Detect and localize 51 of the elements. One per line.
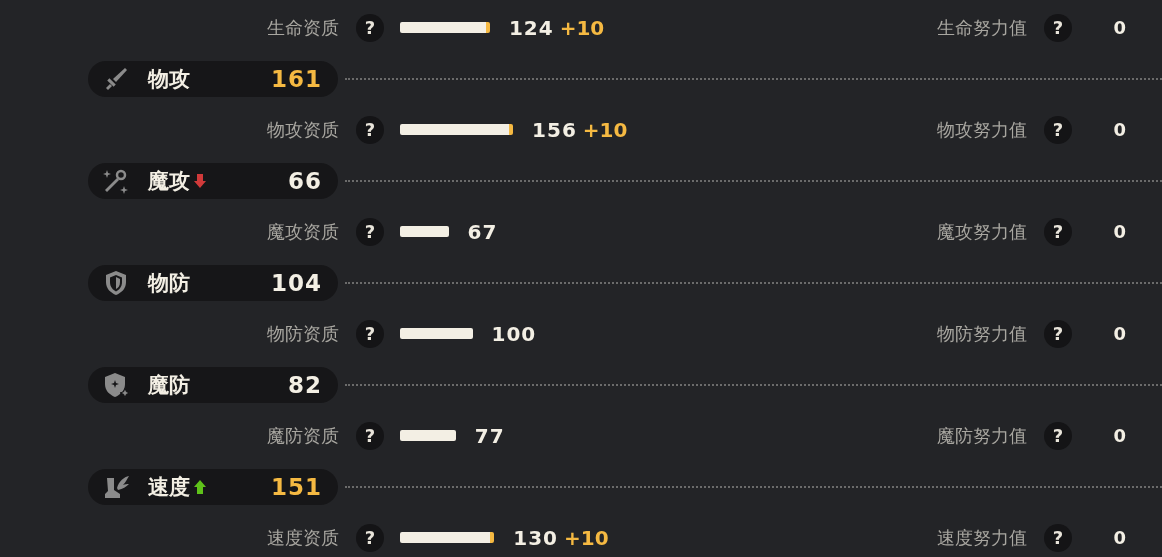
stat-value: 151 [271,473,322,500]
help-button[interactable]: ? [1044,115,1072,144]
aptitude-value: 130 [513,525,558,550]
stat-value: 161 [271,65,322,92]
aptitude-label: 物攻资质 [266,117,339,142]
aptitude-value: 156 [532,117,577,142]
aptitude-value: 124 [508,15,554,40]
effort-label: 魔攻努力值 [937,219,1027,244]
stat-value: 82 [288,371,322,398]
help-button[interactable]: ? [1044,13,1072,42]
effort-label: 物防努力值 [937,321,1027,346]
stat-name: 魔防 [148,371,190,399]
stat-name: 物防 [148,269,190,297]
effort-value: 0 [1112,527,1127,548]
stat-name: 魔攻 [148,167,190,195]
effort-label: 速度努力值 [937,525,1027,550]
bonus-value: +10 [564,525,609,550]
stat-name: 速度 [148,473,190,501]
help-button[interactable]: ? [1044,217,1072,246]
aptitude-bar [400,226,449,237]
effort-value: 0 [1112,425,1127,446]
effort-label: 物攻努力值 [937,117,1027,142]
help-button[interactable]: ? [356,421,384,450]
aptitude-value: 77 [474,423,505,448]
effort-value: 0 [1112,323,1127,344]
help-button[interactable]: ? [356,319,384,348]
aptitude-value: 67 [467,219,498,244]
aptitude-label: 魔防资质 [266,423,339,448]
help-button[interactable]: ? [1044,421,1072,450]
help-button[interactable]: ? [356,523,384,552]
bonus-value: +10 [559,15,605,40]
aptitude-value: 100 [491,321,537,346]
help-button[interactable]: ? [356,115,384,144]
aptitude-label: 物防资质 [266,321,339,346]
stat-value: 104 [271,269,322,296]
aptitude-label: 魔攻资质 [266,219,339,244]
effort-label: 魔防努力值 [937,423,1027,448]
bonus-value: +10 [582,117,628,142]
stat-value: 66 [288,167,322,194]
effort-value: 0 [1112,17,1127,38]
aptitude-label: 生命资质 [266,15,339,40]
stat-name: 物攻 [148,65,190,93]
aptitude-bar [400,430,456,441]
help-button[interactable]: ? [356,217,384,246]
effort-value: 0 [1112,221,1127,242]
help-button[interactable]: ? [1044,319,1072,348]
help-button[interactable]: ? [1044,523,1072,552]
effort-label: 生命努力值 [937,15,1027,40]
effort-value: 0 [1112,119,1127,140]
aptitude-label: 速度资质 [266,525,339,550]
help-button[interactable]: ? [356,13,384,42]
